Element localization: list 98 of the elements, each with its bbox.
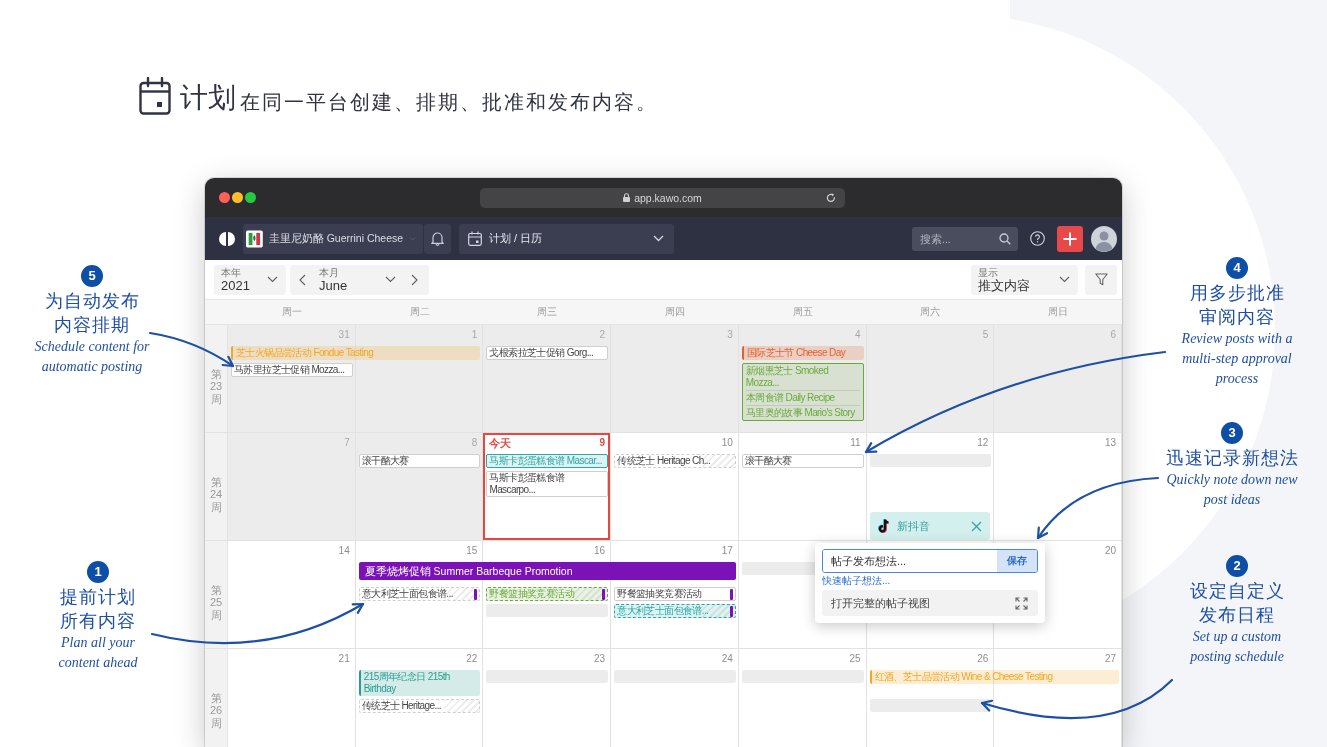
week-number-label: 第23周	[209, 368, 223, 405]
day-number: 9	[599, 437, 606, 449]
year-dropdown[interactable]: 本年 2021	[214, 264, 286, 295]
search-icon	[999, 232, 1011, 245]
music-note-icon	[877, 518, 891, 534]
lock-icon	[623, 193, 631, 202]
day-number: 25	[849, 653, 861, 665]
day-number: 27	[1104, 653, 1116, 665]
notifications-button[interactable]	[424, 223, 451, 254]
caret-icon	[385, 276, 396, 283]
post-item[interactable]: 滚干酪大赛	[358, 454, 481, 468]
post-item[interactable]: 马苏里拉芝士促销 Mozza...	[231, 363, 353, 377]
caret-icon	[267, 276, 278, 283]
day-number: 10	[721, 437, 733, 449]
calendar-icon	[139, 77, 171, 115]
annotation-title: 为自动发布内容排期	[43, 289, 141, 337]
day-number: 7	[344, 437, 350, 449]
day-number: 17	[721, 545, 733, 557]
annotation-caption: Quickly note down new post ideas	[1165, 471, 1299, 509]
chevron-right-icon	[411, 273, 418, 286]
section-dropdown[interactable]: 计划 / 日历	[459, 223, 674, 254]
draft-post-item[interactable]: 意大利芝士面包食谱...	[358, 587, 481, 601]
weekday-label: 周四	[665, 305, 685, 319]
post-idea-field[interactable]: 帖子发布想法... 保存	[822, 549, 1038, 573]
window-close-icon[interactable]	[219, 192, 230, 203]
day-number: 1	[471, 329, 478, 341]
annotation-title: 提前计划所有内容	[59, 585, 137, 633]
calendar-icon	[468, 231, 482, 246]
week-number-label: 第25周	[209, 584, 223, 621]
post-item[interactable]: 戈根索拉芝士促销 Gorg...	[486, 346, 609, 360]
brand-selector[interactable]: 圭里尼奶酪 Guerrini Cheese	[243, 223, 423, 254]
month-dropdown[interactable]: 本月 June	[315, 264, 402, 295]
day-number: 21	[338, 653, 350, 665]
day-number: 6	[1110, 329, 1116, 341]
weekday-label: 周三	[537, 305, 558, 319]
network-name: 新抖音	[897, 518, 931, 534]
week-number-label: 第26周	[209, 692, 223, 729]
search-field[interactable]: 搜索...	[912, 226, 1018, 251]
annotation-caption: Set up a custom posting schedule	[1188, 628, 1285, 666]
expand-icon	[1015, 596, 1028, 610]
post-item[interactable]: 野餐篮抽奖竞赛活动	[614, 587, 736, 601]
step-number-badge: 5	[81, 265, 103, 287]
display-dropdown[interactable]: 显示 推文内容	[971, 264, 1078, 295]
campaign-bar[interactable]: 夏季烧烤促销 Summer Barbeque Promotion	[358, 562, 736, 580]
day-number: 24	[721, 653, 733, 665]
caret-icon	[1059, 276, 1070, 283]
filter-icon	[1094, 273, 1108, 286]
annotation-title: 迅速记录新想法	[1164, 446, 1300, 470]
user-avatar[interactable]	[1091, 225, 1117, 252]
day-number: 23	[594, 653, 606, 665]
caret-icon	[653, 235, 664, 242]
annotation-caption: Schedule content for automatic posting	[33, 338, 151, 376]
chevron-left-icon	[299, 273, 306, 286]
filter-button[interactable]	[1085, 264, 1117, 295]
annotation-title: 用多步批准审阅内容	[1188, 281, 1286, 329]
logo-icon[interactable]	[219, 230, 235, 247]
add-button[interactable]	[1057, 225, 1083, 252]
day-number: 12	[977, 437, 989, 449]
step-number-badge: 1	[87, 561, 109, 583]
day-number: 31	[338, 329, 350, 341]
quick-idea-link[interactable]: 快速帖子想法...	[822, 575, 891, 587]
day-number: 15	[466, 545, 478, 557]
day-number: 14	[338, 545, 350, 557]
url-text: app.kawo.com	[634, 191, 702, 204]
day-number: 13	[1104, 437, 1116, 449]
today-label: 今天	[489, 437, 512, 450]
page-title: 计划	[180, 82, 236, 114]
day-number: 2	[599, 329, 606, 341]
weekday-label: 周五	[792, 305, 813, 319]
annotation-caption: Plan all your content ahead	[57, 634, 139, 672]
open-full-post-button[interactable]: 打开完整的帖子视图	[822, 590, 1038, 616]
bell-icon	[431, 231, 444, 246]
day-number: 26	[977, 653, 989, 665]
post-item[interactable]: 马斯卡彭蛋糕食谱 Mascarpo...	[486, 471, 609, 497]
week-number-label: 第24周	[209, 476, 223, 513]
post-item[interactable]: 滚干酪大赛	[741, 454, 864, 468]
draft-post-item[interactable]: 传统芝士 Heritage Ch...	[614, 454, 736, 468]
address-bar[interactable]: app.kawo.com	[480, 187, 845, 208]
page-subtitle: 在同一平台创建、排期、批准和发布内容。	[240, 90, 658, 114]
weekday-label: 周日	[1048, 305, 1069, 319]
day-number: 16	[594, 545, 606, 557]
day-number: 3	[727, 329, 733, 341]
day-number: 8	[471, 437, 478, 449]
day-number: 5	[982, 329, 989, 341]
window-minimize-icon[interactable]	[232, 192, 243, 203]
day-number: 11	[850, 437, 861, 449]
day-number: 22	[466, 653, 478, 665]
plus-icon	[1063, 231, 1077, 246]
day-number: 4	[855, 329, 861, 341]
weekday-label: 周六	[920, 305, 941, 319]
day-number: 20	[1104, 545, 1116, 557]
window-zoom-icon[interactable]	[245, 192, 256, 203]
help-icon[interactable]	[1030, 231, 1045, 246]
annotation-caption: Review posts with a multi-step approval process	[1180, 330, 1294, 388]
annotation-title: 设定自定义发布日程	[1188, 579, 1286, 627]
draft-post-item[interactable]: 传统芝士 Heritage...	[358, 699, 481, 713]
reload-icon[interactable]	[826, 192, 836, 203]
save-button[interactable]: 保存	[997, 550, 1037, 572]
